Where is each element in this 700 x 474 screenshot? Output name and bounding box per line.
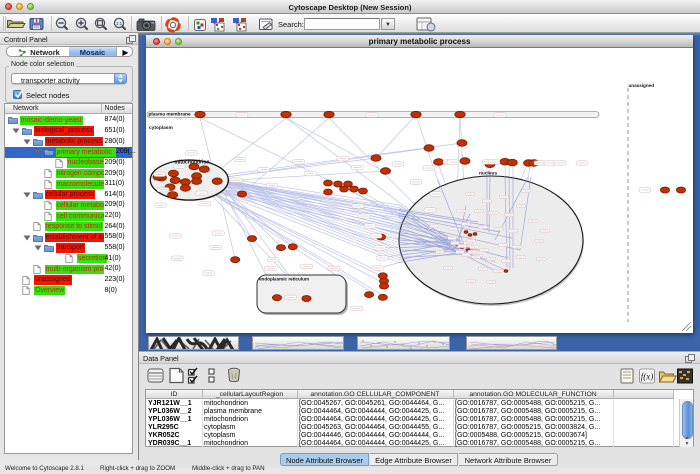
svg-text:unassigned: unassigned bbox=[629, 83, 655, 88]
svg-text:endoplasmic reticulum: endoplasmic reticulum bbox=[259, 277, 309, 282]
svg-text:f(x): f(x) bbox=[641, 372, 654, 382]
svg-text:cytoplasm: cytoplasm bbox=[149, 125, 173, 131]
svg-text:mitochondrion: mitochondrion bbox=[175, 160, 210, 166]
svg-text:nucleus: nucleus bbox=[479, 171, 497, 177]
svg-text:plasma membrane: plasma membrane bbox=[149, 112, 191, 118]
svg-text:1:1: 1:1 bbox=[116, 21, 123, 26]
